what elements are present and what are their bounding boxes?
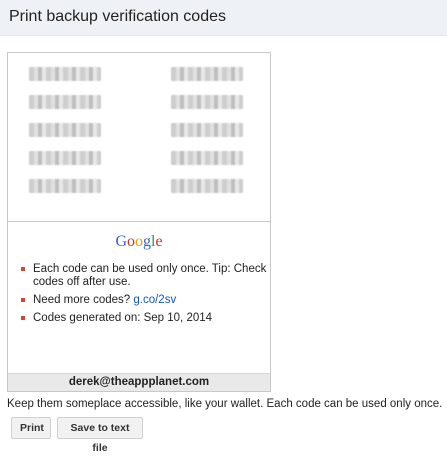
backup-code-redacted (29, 123, 101, 137)
instruction-text: Codes generated on: Sep 10, 2014 (33, 312, 213, 324)
backup-code-redacted (171, 123, 243, 137)
backup-code-redacted (29, 67, 101, 81)
backup-code-redacted (171, 179, 243, 193)
list-item: Each code can be used only once. Tip: Ch… (20, 263, 268, 289)
bullet-square-icon (21, 298, 25, 302)
storage-note: Keep them someplace accessible, like you… (7, 398, 443, 410)
google-logo: Google (115, 233, 163, 250)
save-to-text-file-button[interactable]: Save to text file (57, 417, 143, 454)
instruction-text: Each code can be used only once. Tip: Ch… (33, 263, 267, 288)
codes-area (8, 53, 270, 221)
account-email: derek@theappplanet.com (8, 373, 270, 391)
list-item: Codes generated on: Sep 10, 2014 (20, 312, 268, 325)
backup-code-redacted (171, 67, 243, 81)
instruction-text: Need more codes? (33, 294, 134, 306)
list-item: Need more codes? g.co/2sv (20, 294, 268, 307)
bullet-square-icon (21, 267, 25, 271)
dialog-header: Print backup verification codes (0, 0, 447, 36)
backup-code-redacted (29, 179, 101, 193)
instructions-list: Each code can be used only once. Tip: Ch… (20, 263, 268, 330)
backup-code-redacted (171, 151, 243, 165)
backup-code-redacted (171, 95, 243, 109)
backup-code-redacted (29, 95, 101, 109)
dialog-title: Print backup verification codes (9, 8, 226, 25)
print-button[interactable]: Print (11, 417, 51, 439)
card-divider (8, 221, 270, 222)
backup-codes-card: Google Each code can be used only once. … (7, 52, 271, 392)
more-codes-link[interactable]: g.co/2sv (133, 294, 176, 306)
backup-code-redacted (29, 151, 101, 165)
bullet-square-icon (21, 316, 25, 320)
